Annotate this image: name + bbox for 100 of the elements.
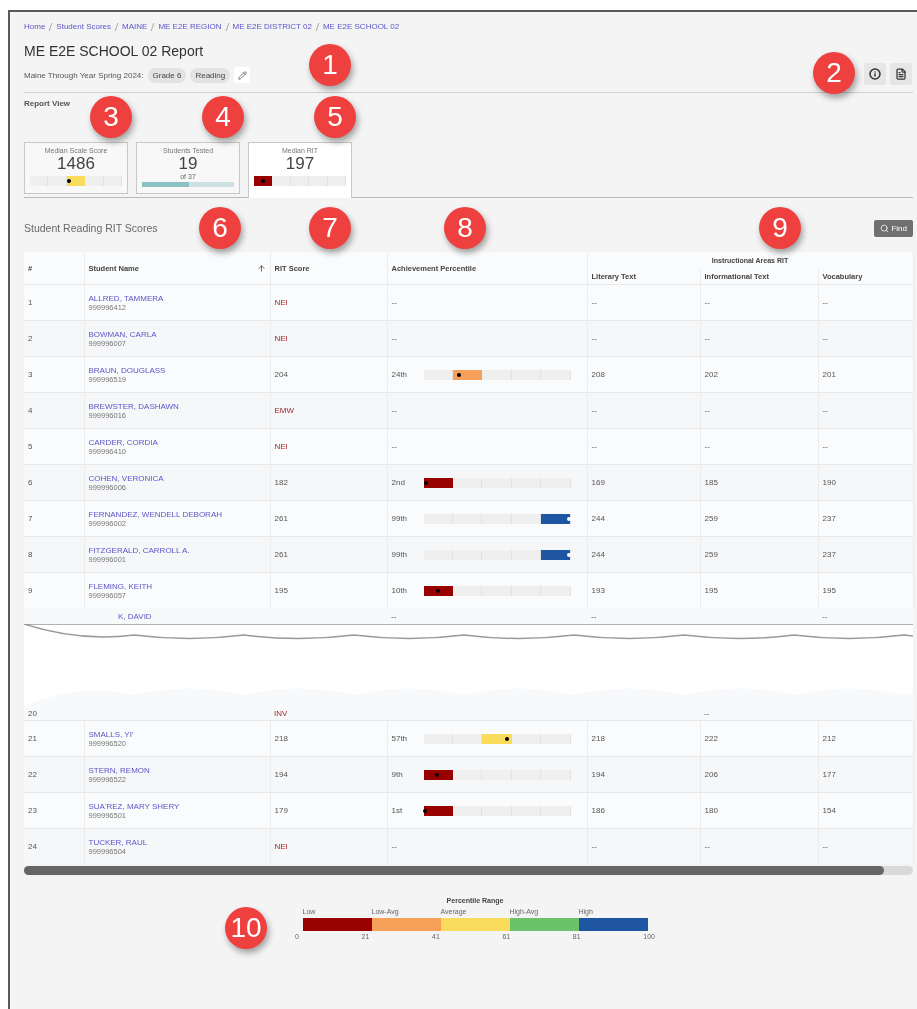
student-name-link[interactable]: K, DAVID [84,611,270,621]
table-cell: -- [704,334,710,343]
table-cell: NEI [274,334,288,343]
table-cell: -- [822,842,828,851]
table-cell: 195 [704,586,718,595]
table-cell: 1 [28,298,33,307]
breadcrumb-link[interactable]: ME E2E SCHOOL 02 [322,22,400,31]
table-cell: NEI [274,442,288,451]
filter-chip: Grade 6 [147,67,187,83]
section-title: Student Reading RIT Scores [24,222,158,234]
table-cell: 194 [274,770,288,779]
pdf-export-button[interactable] [890,63,912,85]
table-cell: 6 [28,478,33,487]
breadcrumb-link[interactable]: ME E2E DISTRICT 02 [232,22,312,31]
callout-number: 10 [225,907,267,949]
table-cell: 2 [28,334,33,343]
student-name-link[interactable]: SMALLS, YI' [88,729,266,739]
table-cell: -- [704,406,710,415]
table-cell-text: 99th [391,514,409,523]
table-cell-text: -- [703,708,711,718]
filter-chip: Reading [190,67,231,83]
table-cell: 3 [28,370,33,379]
table-cell: 22 [28,770,37,779]
table-cell: 237 [822,550,836,559]
student-name-link[interactable]: ALLRED, TAMMERA [88,293,266,303]
breadcrumb-link[interactable]: Home [24,22,46,31]
filter-label: Maine Through Year Spring 2024: [24,70,144,80]
table-cell: 185 [704,478,718,487]
callout-number: 7 [309,207,351,249]
table-cell: -- [391,442,397,451]
pencil-icon [237,70,247,80]
table-cell-text: -- [390,611,398,621]
table-cell: 190 [822,478,836,487]
student-name-link[interactable]: FLEMING, KEITH [88,581,266,591]
breadcrumb-link[interactable]: ME E2E REGION [158,22,222,31]
info-button[interactable] [864,63,886,85]
callout-number: 8 [444,207,486,249]
table-cell: 195 [274,586,288,595]
table-cell: 244 [591,514,605,523]
callout-number: 9 [759,207,801,249]
table-cell: 8 [28,550,33,559]
table-cell: 218 [274,734,288,743]
table-cell: 179 [274,806,288,815]
table-cell: 4 [28,406,33,415]
table-cell: -- [822,406,828,415]
table-cell: 186 [591,806,605,815]
table-cell: 5 [28,442,33,451]
document-icon [895,68,907,80]
student-name-link[interactable]: BREWSTER, DASHAWN [88,401,266,411]
table-cell: EMW [274,406,295,415]
breadcrumb-link[interactable]: Student Scores [56,22,112,31]
breadcrumb-link[interactable]: MAINE [122,22,148,31]
table-cell: 206 [704,770,718,779]
student-name-link[interactable]: BRAUN, DOUGLASS [88,365,266,375]
student-name-link[interactable]: SUA'REZ, MARY SHERY [88,801,266,811]
table-cell: -- [391,298,397,307]
callout-number: 3 [90,96,132,138]
student-name-link[interactable]: STERN, REMON [88,765,266,775]
student-name-link[interactable]: TUCKER, RAUL [88,837,266,847]
table-cell: 208 [591,370,605,379]
info-icon [869,68,881,80]
card-value: 1486 [57,154,95,173]
table-cell-text: INV [273,708,289,718]
table-cell-text: 20 [27,708,38,718]
table-cell: -- [591,442,597,451]
callout-number: 4 [202,96,244,138]
table-cell: 261 [274,514,288,523]
table-cell: 23 [28,806,37,815]
table-cell: -- [704,842,710,851]
table-cell-text: -- [821,611,829,621]
table-cell-text: 9th [391,770,404,779]
table-cell: 244 [591,550,605,559]
table-cell: 204 [274,370,288,379]
table-cell-text: 99th [391,550,409,559]
table-cell: -- [704,298,710,307]
table-cell: 182 [274,478,288,487]
table-cell-text: 2nd [391,478,406,487]
horizontal-scrollbar[interactable] [24,866,913,875]
table-cell: 222 [704,734,718,743]
student-name-link[interactable]: CARDER, CORDIA [88,437,266,447]
student-name-link[interactable]: FITZGERALD, CARROLL A. [88,545,266,555]
callout-number: 5 [314,96,356,138]
table-cell: 195 [822,586,836,595]
table-cell: 9 [28,586,33,595]
table-cell: -- [391,842,397,851]
table-cell: -- [591,334,597,343]
table-cell: 237 [822,514,836,523]
table-cell: 21 [28,734,37,743]
table-cell-text: 24th [391,370,409,379]
student-name-link[interactable]: BOWMAN, CARLA [88,329,266,339]
student-name-link[interactable]: FERNANDEZ, WENDELL DEBORAH [88,509,266,519]
table-cell: 261 [274,550,288,559]
table-cell: 194 [591,770,605,779]
table-cell: 169 [591,478,605,487]
table-cell: NEI [274,842,288,851]
student-name-link[interactable]: COHEN, VERONICA [88,473,266,483]
table-cell: 154 [822,806,836,815]
card-value: 197 [285,154,315,173]
find-button[interactable]: Find [874,219,913,237]
callout-number: 6 [199,207,241,249]
